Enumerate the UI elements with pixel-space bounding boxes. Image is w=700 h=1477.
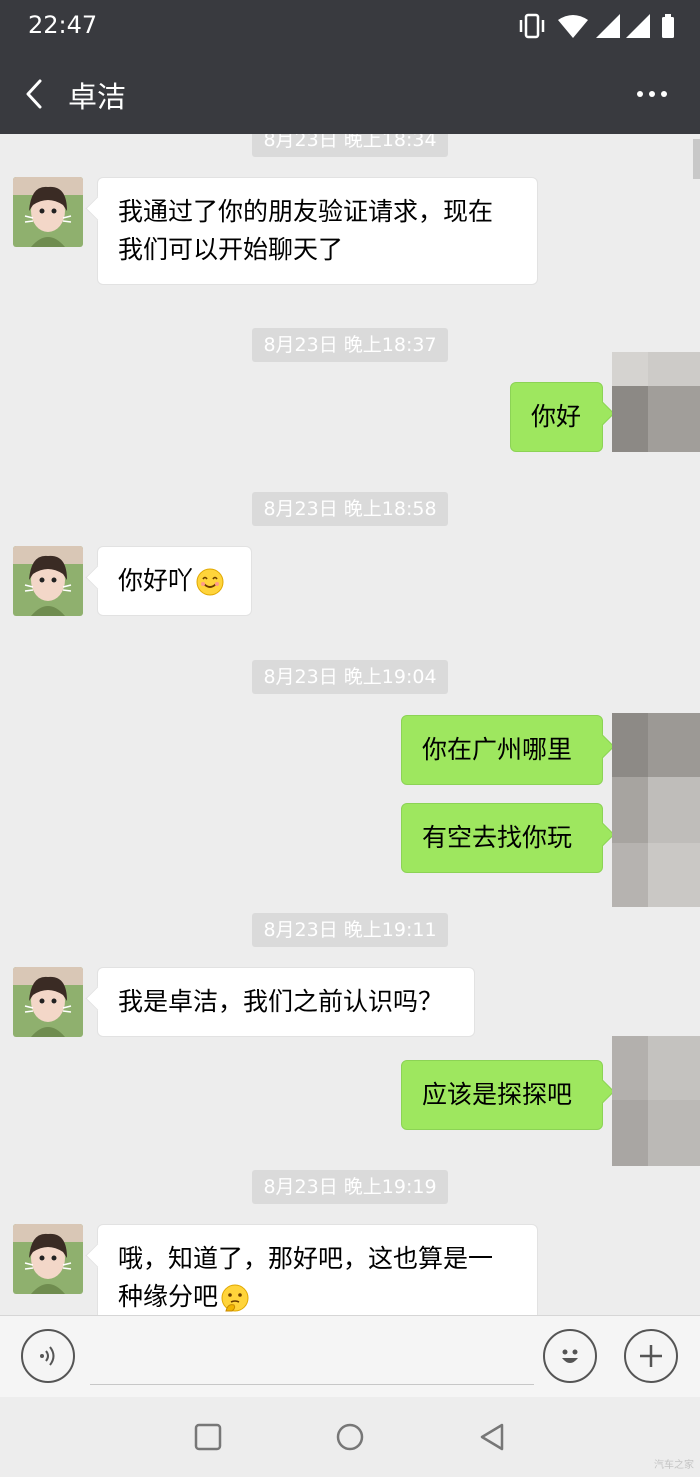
incoming-message-bubble[interactable]: 哦，知道了，那好吧，这也算是一种缘分吧	[97, 1224, 538, 1315]
back-button[interactable]	[18, 72, 58, 116]
message-text: 哦，知道了，那好吧，这也算是一种缘分吧	[118, 1244, 494, 1311]
message-text: 你好	[531, 402, 582, 431]
battery-icon	[662, 14, 674, 38]
chevron-left-icon	[26, 79, 42, 109]
my-avatar-pixelated[interactable]	[612, 352, 700, 452]
thinking-face-icon	[221, 1284, 249, 1312]
contact-avatar[interactable]	[13, 967, 83, 1037]
system-back-button[interactable]	[474, 1419, 510, 1455]
more-dots-icon	[637, 91, 667, 97]
status-icons	[518, 12, 678, 40]
outgoing-message-bubble[interactable]: 你好	[510, 382, 603, 452]
wifi-icon	[558, 15, 588, 38]
more-actions-button[interactable]	[624, 1329, 678, 1383]
contact-avatar[interactable]	[13, 1224, 83, 1294]
message-text: 你好吖	[118, 566, 194, 595]
status-time: 22:47	[28, 11, 98, 39]
more-options-button[interactable]	[634, 82, 670, 106]
message-text: 有空去找你玩	[422, 823, 573, 852]
smiley-icon	[562, 1349, 578, 1363]
signal-icon	[596, 14, 650, 38]
recent-apps-button[interactable]	[190, 1419, 226, 1455]
my-avatar-pixelated[interactable]	[612, 1036, 700, 1166]
my-avatar-pixelated[interactable]	[612, 713, 700, 907]
square-icon	[194, 1423, 222, 1451]
incoming-message-bubble[interactable]: 我是卓洁，我们之前认识吗？	[97, 967, 475, 1037]
triangle-back-icon	[480, 1423, 504, 1451]
voice-icon	[40, 1346, 55, 1366]
system-navigation-bar: 汽车之家	[0, 1397, 700, 1477]
message-text: 我是卓洁，我们之前认识吗？	[118, 987, 444, 1016]
message-text: 应该是探探吧	[422, 1080, 573, 1109]
incoming-message-bubble[interactable]: 我通过了你的朋友验证请求，现在我们可以开始聊天了	[97, 177, 538, 285]
status-bar: 22:47	[0, 0, 700, 52]
home-button[interactable]	[332, 1419, 368, 1455]
outgoing-message-bubble[interactable]: 你在广州哪里	[401, 715, 603, 785]
message-timestamp: 8月23日 晚上18:37	[252, 328, 448, 362]
scrollbar-thumb[interactable]	[693, 139, 700, 179]
outgoing-message-bubble[interactable]: 应该是探探吧	[401, 1060, 603, 1130]
message-timestamp: 8月23日 晚上19:19	[252, 1170, 448, 1204]
watermark: 汽车之家	[654, 1460, 694, 1471]
incoming-message-bubble[interactable]: 你好吖	[97, 546, 252, 616]
vibrate-icon	[519, 13, 545, 39]
contact-avatar[interactable]	[13, 546, 83, 616]
message-timestamp: 8月23日 晚上19:11	[252, 913, 448, 947]
circle-icon	[336, 1423, 364, 1451]
message-timestamp: 8月23日 晚上19:04	[252, 660, 448, 694]
smiling-face-icon	[196, 568, 224, 596]
message-text: 我通过了你的朋友验证请求，现在我们可以开始聊天了	[118, 197, 494, 264]
message-input-bar	[0, 1315, 700, 1398]
plus-icon	[640, 1345, 662, 1367]
message-timestamp: 8月23日 晚上18:58	[252, 492, 448, 526]
emoji-button[interactable]	[543, 1329, 597, 1383]
message-text-input[interactable]	[90, 1330, 534, 1385]
chat-header: 卓洁	[0, 52, 700, 134]
contact-name[interactable]: 卓洁	[68, 74, 126, 116]
message-timestamp: 8月23日 晚上18:34	[252, 134, 448, 157]
voice-input-button[interactable]	[21, 1329, 75, 1383]
outgoing-message-bubble[interactable]: 有空去找你玩	[401, 803, 603, 873]
chat-message-list[interactable]: 8月23日 晚上18:34 我通过了你的朋友验证请求，现在我们可以开始聊天了 8…	[0, 134, 700, 1315]
contact-avatar[interactable]	[13, 177, 83, 247]
message-text: 你在广州哪里	[422, 735, 573, 764]
